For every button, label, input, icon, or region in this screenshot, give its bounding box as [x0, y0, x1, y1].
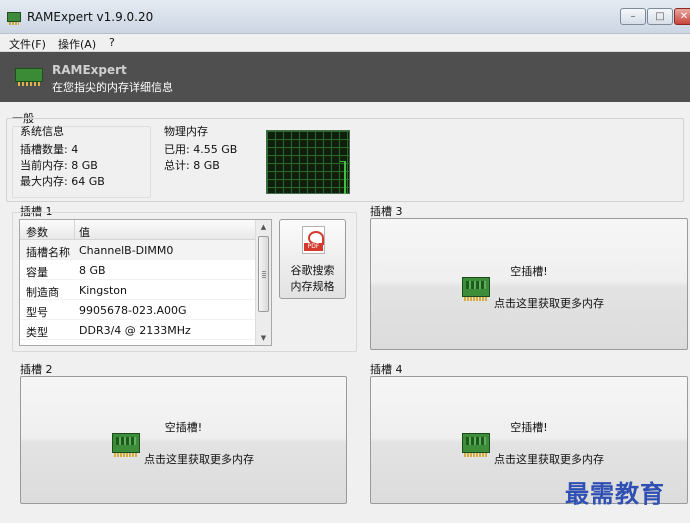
slot2-panel[interactable]: 空插槽! 点击这里获取更多内存: [20, 376, 347, 504]
ram-module-icon: [15, 68, 43, 86]
menu-bar: 文件(F) 操作(A) ?: [0, 34, 690, 52]
memory-usage-graph: [266, 130, 350, 194]
window-title: RAMExpert v1.9.0.20: [27, 10, 154, 24]
scroll-thumb[interactable]: [258, 236, 269, 312]
ram-module-icon: [462, 433, 490, 457]
google-search-specs-button[interactable]: PDF 谷歌搜索 内存规格: [279, 219, 346, 299]
pdf-icon: PDF: [302, 226, 325, 254]
scroll-grip-icon: [262, 271, 266, 278]
value-cell: 9905678-023.A00G: [79, 304, 187, 317]
menu-action[interactable]: 操作(A): [58, 36, 96, 52]
main-content: 一般 系统信息 插槽数量: 4 当前内存: 8 GB 最大内存: 64 GB 物…: [0, 102, 690, 523]
value-cell: DDR3/4 @ 2133MHz: [79, 324, 191, 337]
ram-module-icon: [112, 433, 140, 457]
memory-total: 总计: 8 GB: [164, 159, 220, 172]
watermark-logo: 最需教育: [565, 479, 665, 508]
title-bar: RAMExpert v1.9.0.20 – □ ✕: [0, 0, 690, 34]
column-divider[interactable]: [74, 220, 75, 240]
slot2-label: 插槽 2: [20, 363, 53, 376]
pdf-button-label-line1: 谷歌搜索: [290, 264, 335, 277]
banner-title: RAMExpert: [52, 63, 127, 77]
slot4-empty-text: 空插槽!: [510, 421, 548, 434]
banner-subtitle: 在您指尖的内存详细信息: [52, 81, 173, 94]
scroll-down-arrow-icon[interactable]: ▼: [256, 331, 271, 345]
table-header: 参数 值: [20, 220, 256, 240]
slot4-label: 插槽 4: [370, 363, 403, 376]
table-row[interactable]: 类型 DDR3/4 @ 2133MHz: [20, 320, 256, 340]
physical-memory-label: 物理内存: [164, 125, 208, 138]
slot3-empty-text: 空插槽!: [510, 265, 548, 278]
slots-count: 插槽数量: 4: [20, 143, 79, 156]
maximize-button[interactable]: □: [647, 8, 673, 25]
slot3-get-more-link[interactable]: 点击这里获取更多内存: [494, 295, 604, 311]
slot3-label: 插槽 3: [370, 205, 403, 218]
pdf-tag: PDF: [304, 243, 323, 251]
column-param-header[interactable]: 参数: [26, 224, 48, 240]
close-button[interactable]: ✕: [674, 8, 690, 25]
table-scrollbar[interactable]: ▲ ▼: [255, 220, 271, 345]
param-cell: 插槽名称: [26, 246, 70, 259]
menu-help[interactable]: ?: [109, 36, 115, 49]
memory-used: 已用: 4.55 GB: [164, 143, 238, 156]
ram-module-icon: [462, 277, 490, 301]
slot3-panel[interactable]: 空插槽! 点击这里获取更多内存: [370, 218, 688, 350]
value-cell: Kingston: [79, 284, 127, 297]
ram-app-icon: [7, 12, 21, 25]
table-row[interactable]: 容量 8 GB: [20, 260, 256, 280]
param-cell: 制造商: [26, 286, 59, 299]
menu-file[interactable]: 文件(F): [9, 36, 46, 52]
param-cell: 型号: [26, 306, 48, 319]
table-row[interactable]: 插槽名称 ChannelB-DIMM0: [20, 240, 256, 260]
table-row[interactable]: 型号 9905678-023.A00G: [20, 300, 256, 320]
header-banner: RAMExpert 在您指尖的内存详细信息: [0, 52, 690, 102]
table-row[interactable]: 制造商 Kingston: [20, 280, 256, 300]
minimize-button[interactable]: –: [620, 8, 646, 25]
pdf-button-label-line2: 内存规格: [290, 280, 335, 293]
slot2-empty-text: 空插槽!: [164, 421, 203, 434]
value-cell: 8 GB: [79, 264, 106, 277]
slot1-details-table: 参数 值 插槽名称 ChannelB-DIMM0 容量 8 GB 制造商 Kin…: [19, 219, 272, 346]
current-memory: 当前内存: 8 GB: [20, 159, 98, 172]
system-info-label: 系统信息: [20, 125, 64, 138]
max-memory: 最大内存: 64 GB: [20, 175, 105, 188]
scroll-up-arrow-icon[interactable]: ▲: [256, 220, 271, 234]
usage-graph-line-top: [340, 161, 346, 162]
usage-graph-line: [344, 161, 346, 194]
column-value-header[interactable]: 值: [79, 224, 90, 240]
param-cell: 容量: [26, 266, 48, 279]
param-cell: 类型: [26, 326, 48, 339]
slot2-get-more-link[interactable]: 点击这里获取更多内存: [144, 451, 254, 467]
value-cell: ChannelB-DIMM0: [79, 244, 174, 257]
slot4-get-more-link[interactable]: 点击这里获取更多内存: [494, 451, 604, 467]
